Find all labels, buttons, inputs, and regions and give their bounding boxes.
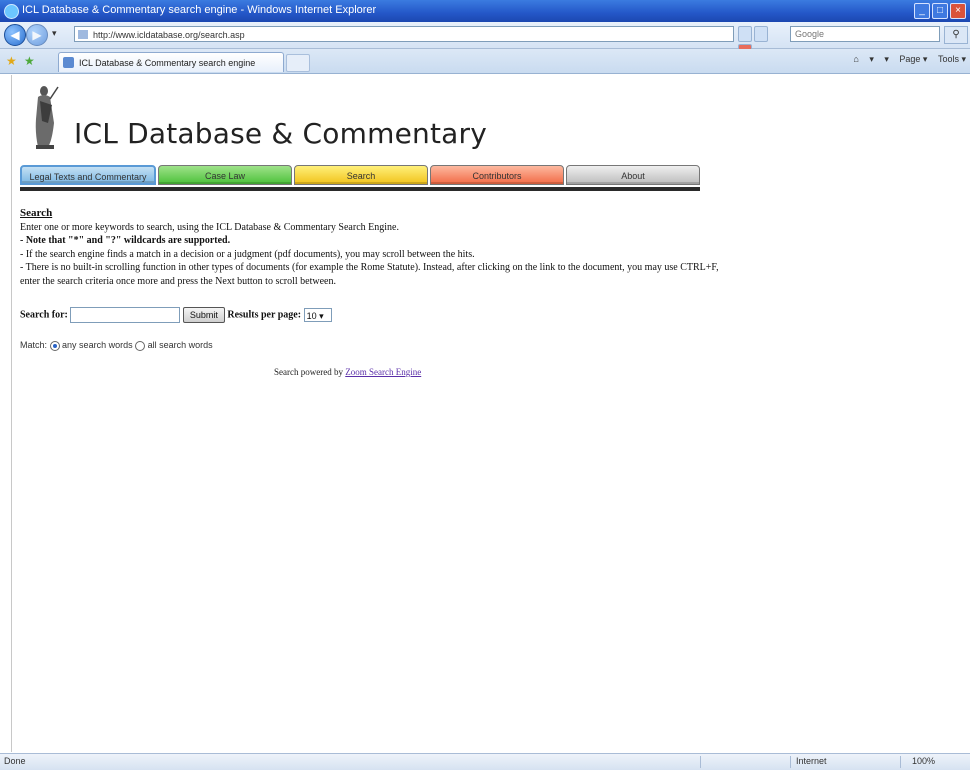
- search-query-input[interactable]: [70, 307, 181, 323]
- window-title: ICL Database & Commentary search engine …: [22, 4, 377, 16]
- match-all-radio[interactable]: [135, 340, 146, 351]
- match-label: Match:: [20, 340, 48, 350]
- wildcard-note: - Note that "*" and "?" wildcards are su…: [20, 235, 231, 246]
- status-divider: [790, 756, 791, 768]
- justice-statue-logo-icon: [35, 86, 59, 149]
- search-input[interactable]: Google: [790, 26, 940, 42]
- results-per-page-value: 10: [306, 311, 317, 321]
- status-text: Done: [4, 756, 26, 766]
- status-divider: [700, 756, 701, 768]
- tab-row: ★ ★ ICL Database & Commentary search eng…: [0, 49, 970, 74]
- favicon-icon: [63, 57, 74, 68]
- status-divider: [900, 756, 901, 768]
- match-any-radio[interactable]: [49, 340, 60, 351]
- site-nav: Legal Texts and Commentary Case Law Sear…: [20, 165, 700, 187]
- results-per-page-label: Results per page:: [227, 309, 302, 321]
- tools-menu[interactable]: Tools ▾: [938, 54, 966, 64]
- minimize-button[interactable]: _: [914, 3, 930, 19]
- page-menu[interactable]: Page ▾: [899, 54, 927, 64]
- tab-case-law[interactable]: Case Law: [158, 165, 292, 185]
- search-intro: Enter one or more keywords to search, us…: [20, 221, 399, 233]
- submit-button[interactable]: Submit: [182, 307, 225, 323]
- compatibility-icon[interactable]: [738, 26, 752, 42]
- zoom-search-engine-link[interactable]: Zoom Search Engine: [345, 367, 421, 377]
- results-per-page-select[interactable]: 10 ▾: [303, 308, 332, 322]
- navigation-bar: ◀ ▶ ▾ http://www.icldatabase.org/search.…: [0, 22, 970, 60]
- close-button[interactable]: ×: [950, 3, 966, 19]
- address-url: http://www.icldatabase.org/search.asp: [93, 30, 245, 40]
- match-options: Match: any search words all search words: [20, 340, 213, 351]
- tab-legal-texts[interactable]: Legal Texts and Commentary: [20, 165, 156, 185]
- tab-search[interactable]: Search: [294, 165, 428, 185]
- search-icon[interactable]: ⚲: [944, 26, 968, 44]
- tab-about[interactable]: About: [566, 165, 700, 185]
- back-icon[interactable]: ◀: [4, 24, 26, 46]
- forward-icon[interactable]: ▶: [26, 24, 48, 46]
- tab-contributors[interactable]: Contributors: [430, 165, 564, 185]
- search-tip-2: - There is no built-in scrolling functio…: [20, 262, 719, 287]
- internet-zone: Internet: [796, 756, 827, 766]
- feeds-icon[interactable]: ▾: [869, 54, 874, 64]
- address-buttons: [738, 26, 784, 60]
- browser-tab-label: ICL Database & Commentary search engine: [79, 58, 256, 68]
- nav-underline: [20, 187, 700, 191]
- address-bar[interactable]: http://www.icldatabase.org/search.asp: [74, 26, 734, 42]
- print-icon[interactable]: ▾: [884, 54, 889, 64]
- status-bar: Done Internet 100%: [0, 753, 970, 770]
- add-favorites-icon[interactable]: ★: [24, 54, 35, 69]
- match-all-label: all search words: [147, 340, 213, 350]
- search-placeholder: Google: [795, 29, 825, 39]
- site-title: ICL Database & Commentary: [74, 117, 487, 150]
- home-icon[interactable]: ⌂: [853, 54, 858, 64]
- search-form: Search for: Submit Results per page: 10 …: [20, 307, 332, 323]
- ie-icon: [4, 4, 19, 19]
- recent-pages-icon[interactable]: ▾: [52, 28, 57, 39]
- favorites-star-icon[interactable]: ★: [6, 54, 17, 69]
- powered-by-text: Search powered by: [274, 367, 343, 377]
- command-bar: ⌂ ▾ ▾ Page ▾ Tools ▾: [845, 54, 966, 65]
- new-tab-button[interactable]: [286, 54, 310, 72]
- refresh-icon[interactable]: [754, 26, 768, 42]
- search-for-label: Search for:: [20, 309, 68, 321]
- search-tip-1: - If the search engine finds a match in …: [20, 248, 475, 260]
- match-any-label: any search words: [62, 340, 133, 350]
- maximize-button[interactable]: □: [932, 3, 948, 19]
- search-instructions: Search Enter one or more keywords to sea…: [20, 207, 720, 288]
- powered-by: Search powered by Zoom Search Engine: [274, 367, 421, 377]
- page-icon: [78, 30, 88, 39]
- page-content: ICL Database & Commentary Legal Texts an…: [11, 75, 962, 752]
- browser-tab[interactable]: ICL Database & Commentary search engine: [58, 52, 284, 72]
- search-heading: Search: [20, 207, 53, 219]
- zoom-level[interactable]: 100%: [912, 756, 935, 766]
- window-titlebar: ICL Database & Commentary search engine …: [0, 0, 970, 22]
